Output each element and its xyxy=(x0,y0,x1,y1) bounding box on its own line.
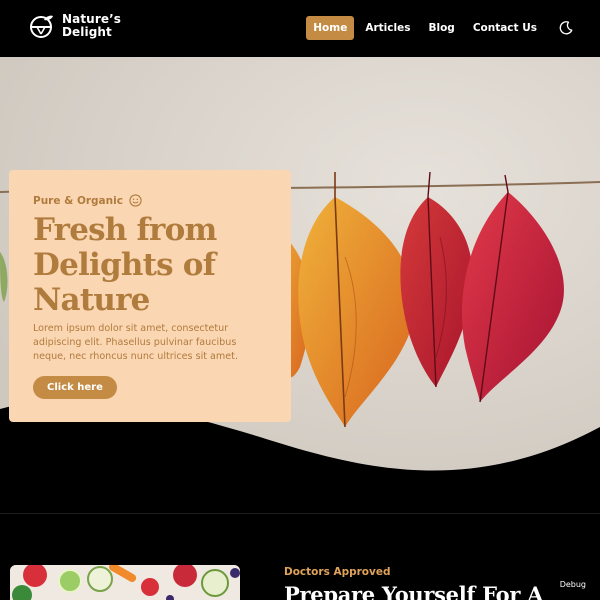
moon-icon[interactable] xyxy=(558,20,574,36)
hero-kicker: Pure & Organic xyxy=(33,194,269,207)
hero-title-line2: Delights of xyxy=(33,247,216,283)
food-image-art xyxy=(10,565,240,600)
section-divider xyxy=(0,513,600,514)
food-image xyxy=(10,565,240,600)
section-kicker: Doctors Approved xyxy=(284,566,391,578)
nav-item-articles[interactable]: Articles xyxy=(358,16,417,40)
smile-icon xyxy=(129,194,142,207)
click-here-button[interactable]: Click here xyxy=(33,376,117,399)
brand-name-line2: Delight xyxy=(62,25,112,39)
hero-card: Pure & Organic Fresh from Delights of Na… xyxy=(9,170,291,422)
logo-icon xyxy=(30,15,53,38)
nav-item-contact-us[interactable]: Contact Us xyxy=(466,16,544,40)
main-nav: Home Articles Blog Contact Us xyxy=(302,16,574,40)
hero-description: Lorem ipsum dolor sit amet, consectetur … xyxy=(33,323,238,362)
logo[interactable]: Nature’s Delight xyxy=(28,12,142,40)
site-header: Nature’s Delight Home Articles Blog Cont… xyxy=(0,0,600,57)
hero-title-line1: Fresh from xyxy=(33,212,217,248)
logo-text: Nature’s Delight xyxy=(62,13,142,39)
hero-title-line3: Nature xyxy=(33,282,150,318)
hero-title: Fresh from Delights of Nature xyxy=(33,213,269,318)
page: Nature’s Delight Home Articles Blog Cont… xyxy=(0,0,600,600)
hero-kicker-text: Pure & Organic xyxy=(33,194,123,207)
hero-section: Pure & Organic Fresh from Delights of Na… xyxy=(0,57,600,487)
debug-link[interactable]: Debug xyxy=(560,580,586,589)
nav-item-home[interactable]: Home xyxy=(306,16,355,40)
section-title: Prepare Yourself For A xyxy=(284,582,544,600)
nav-item-blog[interactable]: Blog xyxy=(421,16,461,40)
